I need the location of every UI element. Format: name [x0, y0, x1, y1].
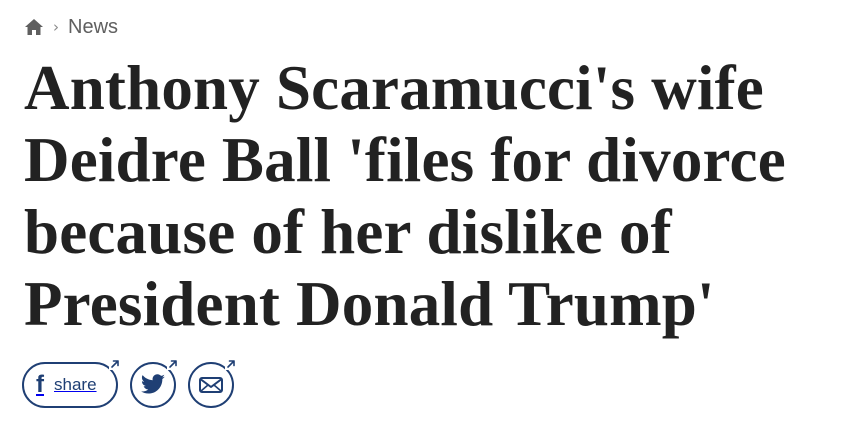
- facebook-share-label: share: [54, 375, 97, 394]
- email-share-button[interactable]: [188, 358, 237, 408]
- headline-line: Anthony Scaramucci's wife: [24, 53, 764, 123]
- envelope-icon: [199, 377, 223, 393]
- external-arrow-icon: [167, 358, 179, 370]
- share-bar: f share: [22, 358, 237, 408]
- breadcrumb-separator-icon: ›: [53, 18, 59, 36]
- facebook-share-button[interactable]: f share: [22, 358, 121, 408]
- breadcrumb-news-link[interactable]: News: [68, 16, 118, 39]
- twitter-share-button[interactable]: [130, 358, 179, 408]
- headline-line: because of her dislike of: [24, 197, 672, 267]
- breadcrumb: › News: [24, 14, 118, 40]
- twitter-bird-icon: [140, 374, 165, 394]
- facebook-icon: f: [36, 371, 44, 398]
- home-icon[interactable]: [24, 17, 44, 37]
- external-arrow-icon: [109, 358, 121, 370]
- article-headline: Anthony Scaramucci's wife Deidre Ball 'f…: [24, 52, 824, 340]
- headline-line: Deidre Ball 'files for divorce: [24, 125, 786, 195]
- external-arrow-icon: [225, 358, 237, 370]
- headline-line: President Donald Trump': [24, 269, 715, 339]
